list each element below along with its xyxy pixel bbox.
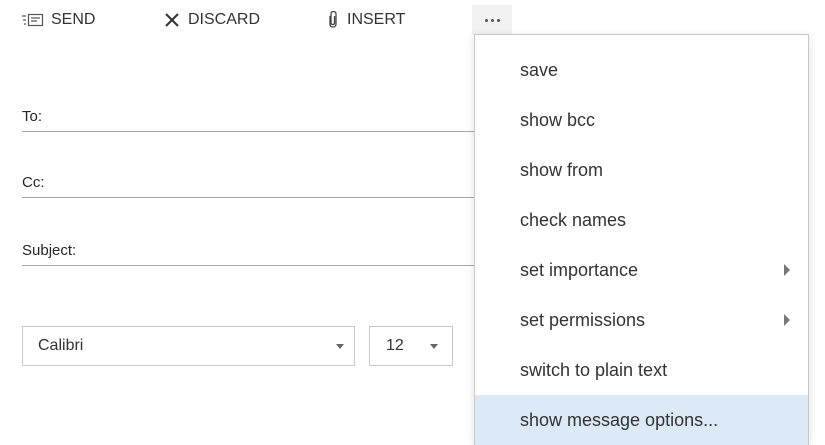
insert-button[interactable]: INSERT xyxy=(326,0,405,40)
menu-item-label: switch to plain text xyxy=(520,359,668,380)
paperclip-icon xyxy=(326,10,340,30)
menu-item-set-importance[interactable]: set importance xyxy=(475,245,808,295)
menu-item-label: set importance xyxy=(520,259,639,280)
send-button[interactable]: SEND xyxy=(22,0,95,40)
font-size-value: 12 xyxy=(386,337,404,354)
font-family-value: Calibri xyxy=(38,337,84,354)
menu-item-save[interactable]: save xyxy=(475,45,808,95)
send-label: SEND xyxy=(51,11,96,28)
to-field: To: xyxy=(22,101,542,132)
subject-label: Subject: xyxy=(22,242,77,259)
more-options-button[interactable] xyxy=(472,5,512,35)
to-label: To: xyxy=(22,108,43,125)
close-icon xyxy=(163,11,181,29)
discard-label: DISCARD xyxy=(188,11,261,28)
cc-label: Cc: xyxy=(22,174,45,191)
menu-item-switch-to-plain-text[interactable]: switch to plain text xyxy=(475,345,808,395)
discard-button[interactable]: DISCARD xyxy=(163,0,260,40)
insert-label: INSERT xyxy=(347,11,406,28)
chevron-down-icon xyxy=(430,344,438,349)
menu-item-show-bcc[interactable]: show bcc xyxy=(475,95,808,145)
menu-item-label: show bcc xyxy=(520,109,596,130)
menu-item-set-permissions[interactable]: set permissions xyxy=(475,295,808,345)
font-size-select[interactable]: 12 xyxy=(369,326,453,366)
chevron-down-icon xyxy=(336,344,344,349)
submenu-arrow-icon xyxy=(784,314,790,326)
cc-field: Cc: xyxy=(22,167,542,198)
menu-item-show-from[interactable]: show from xyxy=(475,145,808,195)
menu-item-label: show from xyxy=(520,159,604,180)
menu-item-label: show message options... xyxy=(520,409,719,430)
menu-item-check-names[interactable]: check names xyxy=(475,195,808,245)
font-family-select[interactable]: Calibri xyxy=(22,326,355,366)
send-icon xyxy=(22,12,44,28)
menu-item-label: save xyxy=(520,59,559,80)
menu-item-show-message-options[interactable]: show message options... xyxy=(475,395,808,445)
menu-item-label: check names xyxy=(520,209,627,230)
more-ellipsis-icon xyxy=(483,18,501,22)
submenu-arrow-icon xyxy=(784,264,790,276)
compose-toolbar: SEND DISCARD INSERT xyxy=(0,0,520,40)
subject-field: Subject: xyxy=(22,235,542,266)
more-options-menu: save show bcc show from check names set … xyxy=(474,34,809,445)
menu-item-label: set permissions xyxy=(520,309,646,330)
